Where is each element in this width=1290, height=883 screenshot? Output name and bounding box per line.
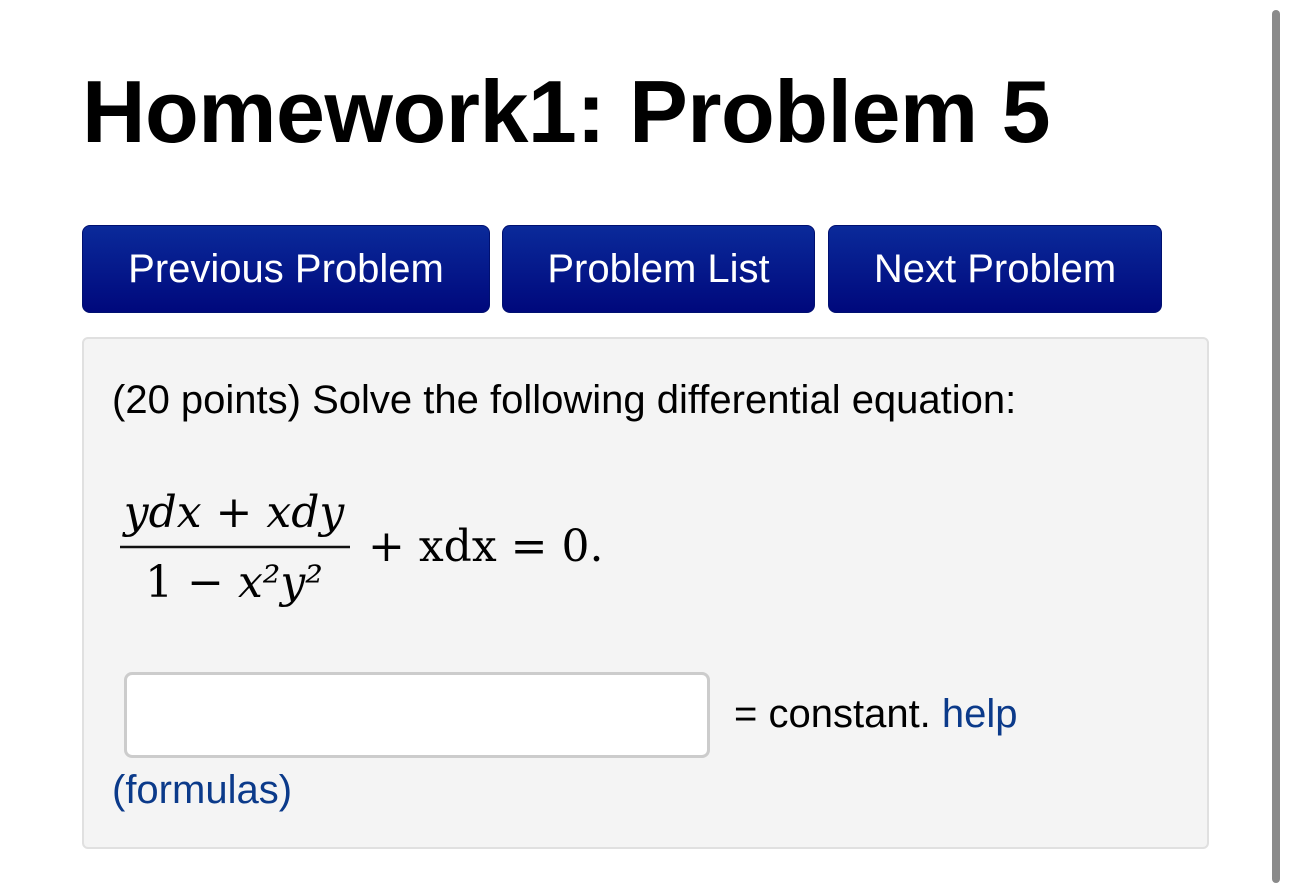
problem-panel: (20 points) Solve the following differen… [82, 337, 1209, 849]
equals-constant-text: = constant. [734, 692, 931, 736]
differential-equation: ydx + xdy 1 − x²y² + xdx = 0. [118, 479, 638, 619]
problem-prompt: (20 points) Solve the following differen… [112, 378, 1017, 422]
scrollbar[interactable] [1272, 10, 1280, 883]
previous-problem-button[interactable]: Previous Problem [82, 225, 490, 313]
equation-rest: + xdx = 0. [368, 521, 603, 572]
page-title: Homework1: Problem 5 [82, 62, 1051, 161]
denominator-tail: x²y² [238, 557, 323, 608]
equation-numerator: ydx + xdy [122, 487, 346, 538]
help-link[interactable]: help [942, 692, 1018, 736]
answer-input[interactable] [124, 672, 710, 758]
formulas-link[interactable]: (formulas) [112, 765, 292, 815]
page: Homework1: Problem 5 Previous Problem Pr… [0, 0, 1290, 883]
equals-constant-row: = constant. help [734, 689, 1018, 739]
problem-list-button[interactable]: Problem List [502, 225, 815, 313]
denominator-lead: 1 − [145, 557, 238, 608]
next-problem-button[interactable]: Next Problem [828, 225, 1162, 313]
equation-denominator: 1 − x²y² [145, 557, 323, 608]
